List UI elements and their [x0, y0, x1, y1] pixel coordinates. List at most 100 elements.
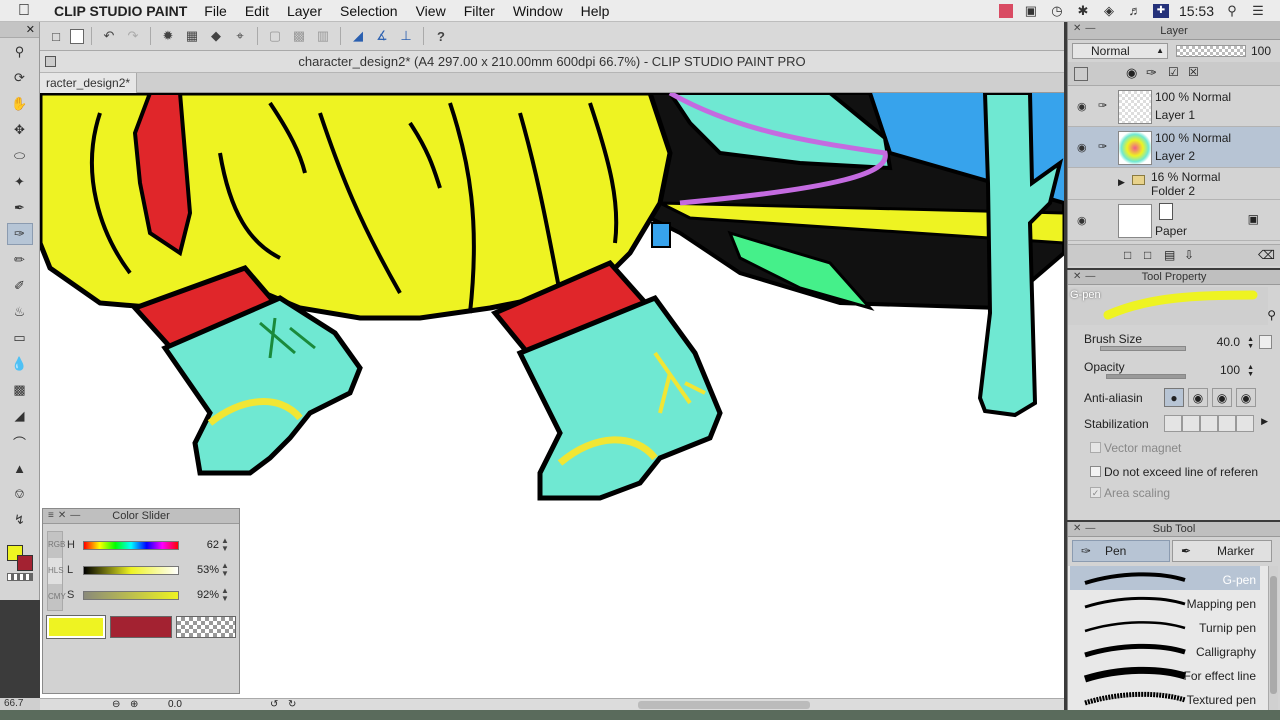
fill-tool-icon[interactable]: ▩ [7, 379, 33, 401]
minimize-icon[interactable]: — [1085, 24, 1095, 34]
clear-icon[interactable]: ✹ [158, 26, 178, 46]
eraser-icon[interactable]: ▭ [7, 327, 33, 349]
brush-item-calligraphy[interactable]: Calligraphy [1070, 638, 1260, 662]
saturation-value[interactable]: 92% [179, 589, 219, 601]
layer-mask-icon[interactable]: ◉ [1126, 65, 1137, 81]
gradient-tool-icon[interactable]: ◢ [7, 405, 33, 427]
layer-row-folder-2[interactable]: ▶ 16 % Normal Folder 2 [1068, 168, 1280, 200]
new-raster-layer-icon[interactable]: □ [1124, 248, 1131, 262]
lightness-stepper-icon[interactable]: ▲ ▼ [219, 562, 231, 578]
rotate-left-icon[interactable]: ↺ [270, 699, 278, 710]
brush-item-turnip-pen[interactable]: Turnip pen [1070, 614, 1260, 638]
brush-item-mapping-pen[interactable]: Mapping pen [1070, 590, 1260, 614]
no-exceed-checkbox[interactable] [1090, 466, 1101, 477]
drag-handle-icon[interactable]: ≡ [48, 511, 54, 521]
anti-alias-strong-icon[interactable]: ◉ [1236, 388, 1256, 407]
brush-size-value[interactable]: 40.0 [1217, 335, 1240, 349]
pencil-tool-icon[interactable]: ✏ [7, 249, 33, 271]
rotate-tool-icon[interactable]: ⟳ [7, 67, 33, 89]
tab-rgb[interactable]: RGB [48, 532, 65, 558]
horizontal-scrollbar[interactable]: ⊖ ⊕ 0.0 ↺ ↻ [40, 698, 1064, 710]
brush-item-textured-pen[interactable]: Textured pen [1070, 686, 1260, 710]
lock-icon[interactable]: ▣ [1248, 212, 1259, 226]
app-status-icon[interactable] [998, 4, 1013, 18]
opacity-value[interactable]: 100 [1220, 363, 1240, 377]
anti-alias-medium-icon[interactable]: ◉ [1212, 388, 1232, 407]
layer-opacity-value[interactable]: 100 [1251, 44, 1271, 58]
airbrush-icon[interactable]: ♨ [7, 301, 33, 323]
expand-arrow-icon[interactable]: ▶ [1118, 177, 1125, 188]
display-icon[interactable]: ▣ [1023, 4, 1039, 18]
close-icon[interactable]: ✕ [26, 23, 35, 36]
correct-line-icon[interactable]: ↯ [7, 509, 33, 531]
layer-row-layer-2[interactable]: ◉ ✑ 100 % Normal Layer 2 [1068, 127, 1280, 168]
app-name-menu[interactable]: CLIP STUDIO PAINT [54, 3, 187, 19]
menu-edit[interactable]: Edit [236, 3, 278, 19]
tab-pen[interactable]: ✑ Pen [1072, 540, 1170, 562]
menu-file[interactable]: File [195, 3, 236, 19]
menu-view[interactable]: View [407, 3, 455, 19]
sub-color-preview[interactable] [110, 616, 172, 638]
saturation-slider[interactable] [83, 590, 179, 600]
layer-color-icon[interactable] [1074, 67, 1088, 81]
ruler-lock-icon[interactable]: ✑ [1146, 65, 1157, 81]
wifi-icon[interactable]: ◈ [1101, 4, 1117, 18]
lock-icon[interactable]: ☑ [1168, 65, 1179, 79]
opacity-slider[interactable] [1176, 45, 1246, 57]
menu-selection[interactable]: Selection [331, 3, 407, 19]
sub-color-swatch[interactable] [17, 555, 33, 571]
rotate-right-icon[interactable]: ↻ [288, 699, 296, 710]
brush-item-effect-line[interactable]: For effect line [1070, 662, 1260, 686]
document-tab[interactable]: racter_design2* [40, 73, 138, 93]
new-file-icon[interactable]: □ [46, 26, 66, 46]
scrollbar-thumb[interactable] [1270, 576, 1277, 694]
layer-row-paper[interactable]: ◉ Paper ▣ [1068, 200, 1280, 241]
snap-grid-icon[interactable]: ⊥ [396, 26, 416, 46]
brush-size-slider[interactable] [1100, 346, 1186, 351]
tab-marker[interactable]: ✒ Marker [1172, 540, 1272, 562]
notification-center-icon[interactable]: ☰ [1250, 4, 1266, 18]
selection-tool-icon[interactable]: ⬭ [7, 145, 33, 167]
text-tool-icon[interactable]: ⎊ [7, 483, 33, 505]
menu-window[interactable]: Window [504, 3, 572, 19]
hue-stepper-icon[interactable]: ▲ ▼ [219, 537, 231, 553]
new-folder-icon[interactable]: ▤ [1164, 248, 1175, 262]
brush-item-g-pen[interactable]: G-pen [1070, 566, 1260, 590]
zoom-tool-icon[interactable]: ⚲ [7, 41, 33, 63]
lock-alpha-icon[interactable]: ☒ [1188, 65, 1199, 79]
redo-icon[interactable]: ↷ [123, 26, 143, 46]
undo-icon[interactable]: ↶ [99, 26, 119, 46]
brush-list-scrollbar[interactable] [1268, 566, 1278, 710]
hand-tool-icon[interactable]: ✋ [7, 93, 33, 115]
menu-layer[interactable]: Layer [278, 3, 331, 19]
opacity-slider-bar[interactable] [1106, 374, 1186, 379]
pressure-icon[interactable] [1259, 335, 1272, 349]
blend-tool-icon[interactable]: 💧 [7, 353, 33, 375]
transparent-color-icon[interactable] [7, 573, 33, 581]
clock[interactable]: 15:53 [1179, 3, 1214, 19]
area-scaling-checkbox[interactable]: ✓ [1090, 487, 1101, 498]
brush-size-stepper-icon[interactable]: ▲ ▼ [1247, 336, 1254, 350]
anti-alias-none-icon[interactable]: ● [1164, 388, 1184, 407]
blend-mode-select[interactable]: Normal ▲ [1072, 43, 1168, 59]
close-icon[interactable]: ✕ [1073, 524, 1081, 534]
brush-tool-icon[interactable]: ✐ [7, 275, 33, 297]
pen-active-icon[interactable]: ✑ [1098, 140, 1107, 153]
eye-icon[interactable]: ◉ [1077, 100, 1089, 113]
vector-magnet-checkbox[interactable] [1090, 442, 1101, 453]
ruler-tool-icon[interactable]: ▲ [7, 457, 33, 479]
close-icon[interactable]: ✕ [1073, 24, 1081, 34]
chevron-right-icon[interactable]: ▶ [1261, 416, 1268, 427]
window-menu-icon[interactable] [45, 56, 56, 67]
tab-hls[interactable]: HLS [48, 558, 64, 584]
transform-icon[interactable]: ◆ [206, 26, 226, 46]
deselect-icon[interactable]: ▢ [265, 26, 285, 46]
transparent-color-preview[interactable] [176, 616, 236, 638]
move-tool-icon[interactable]: ✥ [7, 119, 33, 141]
magic-wand-icon[interactable]: ✦ [7, 171, 33, 193]
help-icon[interactable]: ? [431, 26, 451, 46]
opacity-stepper-icon[interactable]: ▲ ▼ [1247, 364, 1254, 378]
search-icon[interactable]: ⚲ [1267, 308, 1276, 322]
save-icon[interactable] [70, 28, 84, 44]
flag-icon[interactable]: ✚ [1152, 4, 1169, 18]
